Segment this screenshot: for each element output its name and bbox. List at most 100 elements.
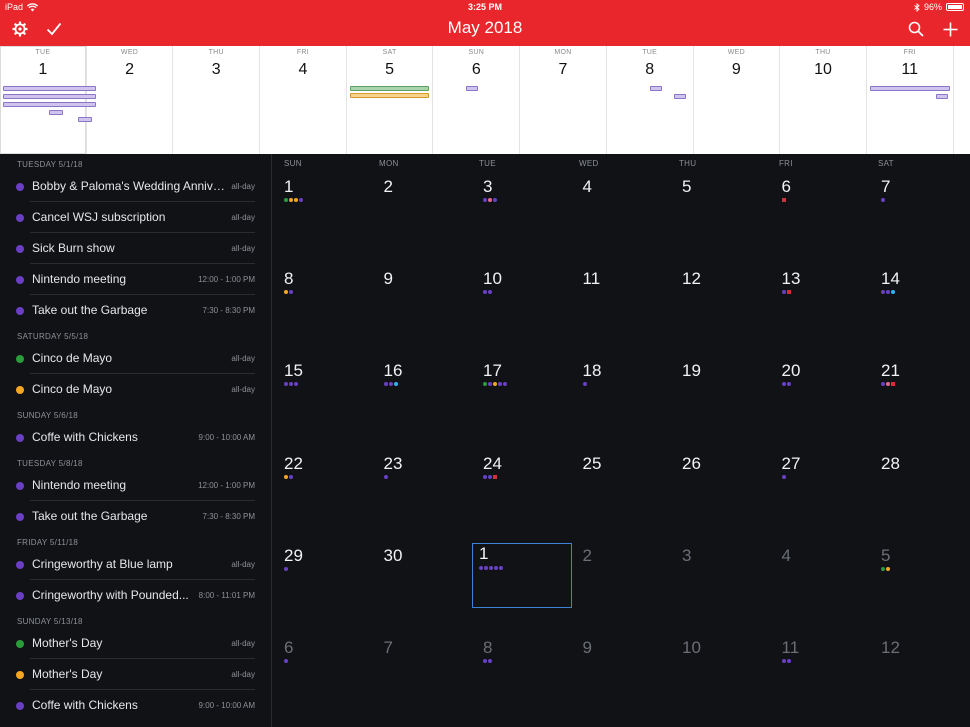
agenda-date-header: SUNDAY 5/6/18 — [17, 411, 78, 420]
weekstrip-date: 8 — [645, 61, 655, 78]
event-dots — [284, 290, 293, 295]
agenda-event-row[interactable]: Cancel WSJ subscription all-day — [16, 202, 255, 233]
weekstrip-day[interactable]: THU 3 — [173, 46, 261, 154]
month-day-cell[interactable]: 12 — [671, 246, 771, 338]
month-day-number: 21 — [881, 361, 900, 381]
month-day-cell[interactable]: 3 — [671, 523, 771, 615]
agenda-event-row[interactable]: Cringeworthy at Blue lamp all-day — [16, 549, 255, 580]
event-dots — [284, 474, 293, 479]
agenda-event-row[interactable]: Cringeworthy with Pounded... 8:00 - 11:01… — [16, 580, 255, 611]
month-day-cell[interactable]: 18 — [572, 338, 672, 430]
event-dot-icon — [388, 382, 393, 387]
month-day-cell[interactable]: 14 — [870, 246, 970, 338]
event-dot-icon — [284, 382, 288, 387]
agenda-event-row[interactable]: Take out the Garbage 7:30 - 8:30 PM — [16, 501, 255, 532]
weekstrip-day[interactable]: THU 10 — [780, 46, 867, 154]
month-day-cell[interactable]: 22 — [273, 431, 373, 523]
weekstrip-event-bar[interactable] — [673, 94, 686, 99]
month-day-cell[interactable]: 3 — [472, 154, 572, 246]
month-day-cell[interactable]: 10 — [472, 246, 572, 338]
add-event-plus-icon[interactable] — [939, 18, 961, 40]
month-day-cell[interactable]: 5 — [870, 523, 970, 615]
agenda-event-row[interactable]: Take out the Garbage 7:30 - 8:30 PM — [16, 295, 255, 326]
weekstrip-day[interactable]: MON 7 — [520, 46, 607, 154]
weekstrip-event-bar[interactable] — [3, 94, 96, 99]
month-day-cell[interactable]: 20 — [771, 338, 871, 430]
weekstrip-day[interactable]: SUN 6 — [433, 46, 521, 154]
weekstrip-event-bar[interactable] — [935, 94, 948, 99]
month-day-number: 28 — [881, 453, 900, 473]
month-day-cell[interactable]: 27 — [771, 431, 871, 523]
month-day-cell[interactable]: 1 — [273, 154, 373, 246]
weekstrip-day[interactable]: SAT 5 — [347, 46, 434, 154]
month-day-cell[interactable]: 4 — [771, 523, 871, 615]
weekstrip-event-bar[interactable] — [649, 86, 662, 91]
month-day-cell[interactable]: 17 — [472, 338, 572, 430]
month-day-cell[interactable]: 6 — [273, 615, 373, 707]
weekstrip-day[interactable]: TUE 8 — [607, 46, 694, 154]
month-day-cell[interactable]: 11 — [771, 615, 871, 707]
agenda-event-row[interactable]: Cinco de Mayo all-day — [16, 374, 255, 405]
agenda-event-row[interactable]: Mother's Day all-day — [16, 659, 255, 690]
month-day-cell[interactable]: 8 — [472, 615, 572, 707]
event-dot-icon — [494, 566, 498, 570]
month-day-cell[interactable]: 24 — [472, 431, 572, 523]
month-day-cell[interactable]: 23 — [373, 431, 473, 523]
agenda-event-row[interactable]: Coffe with Chickens 9:00 - 10:00 AM — [16, 690, 255, 721]
weekstrip-day[interactable]: FRI 11 — [867, 46, 954, 154]
agenda-event-row[interactable]: Nintendo meeting 12:00 - 1:00 PM — [16, 264, 255, 295]
month-day-cell[interactable]: 29 — [273, 523, 373, 615]
agenda-event-row[interactable]: Cinco de Mayo all-day — [16, 343, 255, 374]
month-day-cell[interactable]: 9 — [373, 246, 473, 338]
weekstrip-dow: WED — [120, 49, 139, 56]
month-day-cell[interactable]: 10 — [671, 615, 771, 707]
month-day-cell[interactable]: 2 — [572, 523, 672, 615]
agenda-event-row[interactable]: Mother's Day all-day — [16, 628, 255, 659]
weekstrip-event-bar[interactable] — [49, 110, 63, 115]
month-day-cell[interactable]: 4 — [572, 154, 672, 246]
month-day-number: 1 — [284, 177, 294, 196]
agenda-event-row[interactable]: Coffe with Chickens 9:00 - 10:00 AM — [16, 422, 255, 453]
event-dot-icon — [483, 474, 487, 479]
weekstrip-day[interactable]: WED 2 — [87, 46, 174, 154]
weekstrip-day[interactable]: WED 9 — [694, 46, 781, 154]
month-day-cell[interactable]: 9 — [572, 615, 672, 707]
event-dot-icon — [493, 198, 497, 202]
weekstrip-event-bar[interactable] — [466, 86, 479, 91]
search-icon[interactable] — [905, 18, 927, 40]
agenda-date-header: SATURDAY 5/5/18 — [17, 332, 89, 341]
month-day-number: 10 — [682, 638, 701, 657]
agenda-event-row[interactable]: Bobby & Paloma's Wedding Annive... all-da… — [16, 171, 255, 202]
month-day-cell[interactable]: 6 — [771, 154, 871, 246]
month-day-cell[interactable]: 5 — [671, 154, 771, 246]
month-day-cell[interactable]: 25 — [572, 431, 672, 523]
month-day-cell[interactable]: 7 — [870, 154, 970, 246]
weekstrip-day[interactable]: TUE 1 — [0, 46, 96, 154]
month-day-cell[interactable]: 16 — [373, 338, 473, 430]
month-day-cell[interactable]: 28 — [870, 431, 970, 523]
month-day-number: 3 — [483, 177, 493, 196]
month-day-cell[interactable]: 21 — [870, 338, 970, 430]
month-day-cell[interactable]: 19 — [671, 338, 771, 430]
weekstrip-event-bar[interactable] — [349, 93, 429, 98]
agenda-event-row[interactable]: Sick Burn show all-day — [16, 233, 255, 264]
weekstrip-event-bar[interactable] — [3, 86, 96, 91]
weekstrip-event-bar[interactable] — [3, 102, 96, 107]
month-day-cell[interactable]: 8 — [273, 246, 373, 338]
agenda-event-row[interactable]: Nintendo meeting 12:00 - 1:00 PM — [16, 470, 255, 501]
month-day-cell[interactable]: 15 — [273, 338, 373, 430]
event-dots — [781, 474, 786, 479]
month-title[interactable]: May 2018 — [0, 18, 970, 38]
month-day-cell[interactable]: 11 — [572, 246, 672, 338]
month-day-cell[interactable]: 12 — [870, 615, 970, 707]
event-dots — [881, 198, 885, 202]
month-day-cell[interactable]: 26 — [671, 431, 771, 523]
weekstrip-event-bar[interactable] — [349, 86, 429, 91]
weekstrip-event-bar[interactable] — [869, 86, 950, 91]
month-day-cell[interactable]: 7 — [373, 615, 473, 707]
month-day-cell[interactable]: 13 — [771, 246, 871, 338]
month-day-cell[interactable]: 30 — [373, 523, 473, 615]
month-day-cell[interactable]: 2 — [373, 154, 473, 246]
event-dot-icon — [383, 474, 388, 479]
weekstrip-day[interactable]: FRI 4 — [260, 46, 347, 154]
